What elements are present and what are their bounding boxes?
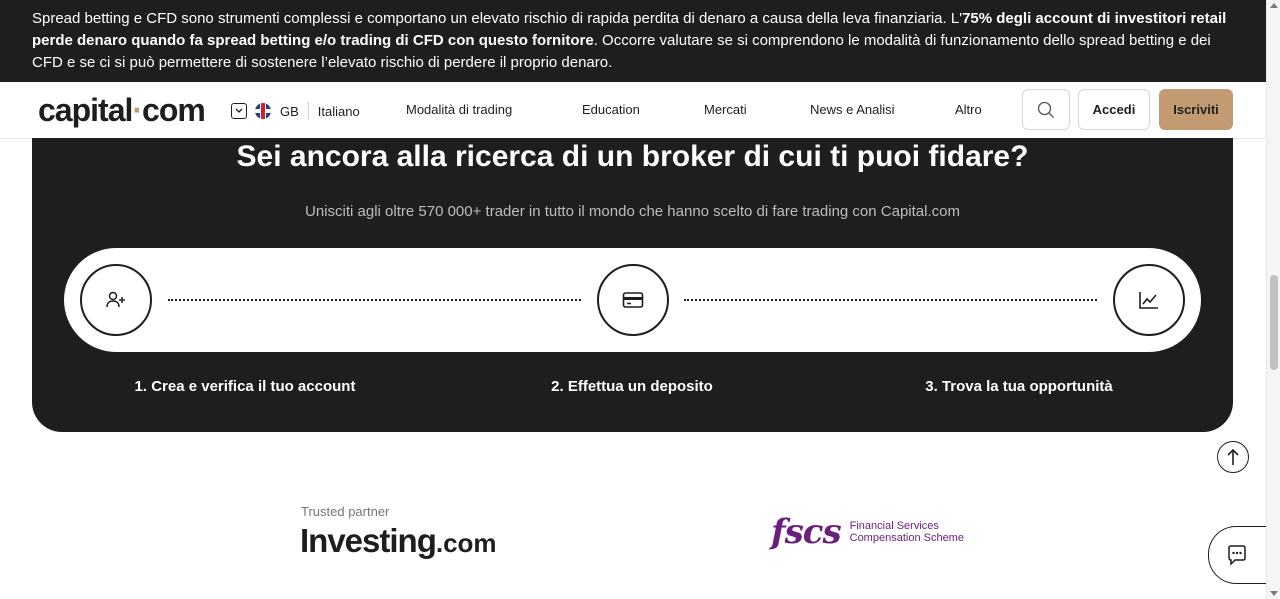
uk-flag-icon <box>255 103 271 119</box>
divider <box>307 102 309 120</box>
step-1-label: 1. Crea e verifica il tuo account <box>134 378 356 395</box>
chevron-down-icon[interactable] <box>231 103 247 119</box>
search-icon <box>1037 101 1054 118</box>
nav-education[interactable]: Education <box>582 102 640 117</box>
region-code: GB <box>280 103 299 119</box>
nav-news-analysis[interactable]: News e Analisi <box>810 102 895 117</box>
step-connector <box>684 299 1097 301</box>
section-subtitle: Unisciti agli oltre 570 000+ trader in t… <box>305 203 960 220</box>
search-button[interactable] <box>1022 89 1070 130</box>
step-3-label: 3. Trova la tua opportunità <box>925 378 1113 395</box>
risk-warning-banner: Spread betting e CFD sono strumenti comp… <box>0 0 1266 82</box>
fscs-line-2: Compensation Scheme <box>849 532 964 544</box>
chat-bubble-icon <box>1227 545 1246 566</box>
risk-text-start: Spread betting e CFD sono strumenti comp… <box>32 10 963 27</box>
step-connector <box>168 299 581 301</box>
credit-card-icon <box>622 292 644 308</box>
region-language-selector[interactable]: GB Italiano <box>231 101 360 121</box>
vertical-scrollbar[interactable] <box>1266 0 1280 599</box>
chat-widget-button[interactable] <box>1208 526 1270 584</box>
nav-trading-modes[interactable]: Modalità di trading <box>406 102 512 117</box>
step-3-circle <box>1113 264 1185 336</box>
investing-suffix: .com <box>435 528 497 558</box>
add-user-icon <box>106 291 125 308</box>
nav-more[interactable]: Altro <box>955 102 982 117</box>
capital-com-logo[interactable]: capital·com <box>38 92 206 129</box>
fscs-logo[interactable]: fscs Financial Services Compensation Sch… <box>771 512 964 552</box>
scrollbar-thumb[interactable] <box>1270 275 1278 370</box>
logo-part-2: com <box>142 92 206 128</box>
investing-name: Investing <box>300 522 437 559</box>
logo-dot: · <box>132 92 143 128</box>
steps-track <box>64 248 1201 352</box>
step-1-circle <box>80 264 152 336</box>
fscs-tagline: Financial Services Compensation Scheme <box>850 520 964 544</box>
back-to-top-button[interactable] <box>1217 441 1249 473</box>
signup-button[interactable]: Iscriviti <box>1159 89 1233 130</box>
arrow-up-icon <box>1227 448 1239 465</box>
investing-com-logo[interactable]: Investing.com <box>300 522 497 560</box>
language-label: Italiano <box>317 103 360 119</box>
login-button[interactable]: Accedi <box>1078 89 1150 130</box>
trusted-partner-label: Trusted partner <box>301 504 390 519</box>
logo-part-1: capital <box>38 92 133 128</box>
broker-trust-section: Sei ancora alla ricerca di un broker di … <box>32 138 1233 432</box>
scroll-down-arrow[interactable] <box>1270 591 1278 596</box>
scroll-up-arrow[interactable] <box>1270 3 1278 8</box>
step-2-label: 2. Effettua un deposito <box>551 378 713 395</box>
line-chart-icon <box>1139 292 1158 309</box>
site-header: capital·com GB Italiano Modalità di trad… <box>0 82 1266 139</box>
section-title: Sei ancora alla ricerca di un broker di … <box>236 140 1029 173</box>
fscs-mark: fscs <box>771 512 842 552</box>
page: Spread betting e CFD sono strumenti comp… <box>0 0 1280 599</box>
step-2-circle <box>597 264 669 336</box>
nav-markets[interactable]: Mercati <box>704 102 747 117</box>
fscs-line-1: Financial Services <box>849 520 939 532</box>
